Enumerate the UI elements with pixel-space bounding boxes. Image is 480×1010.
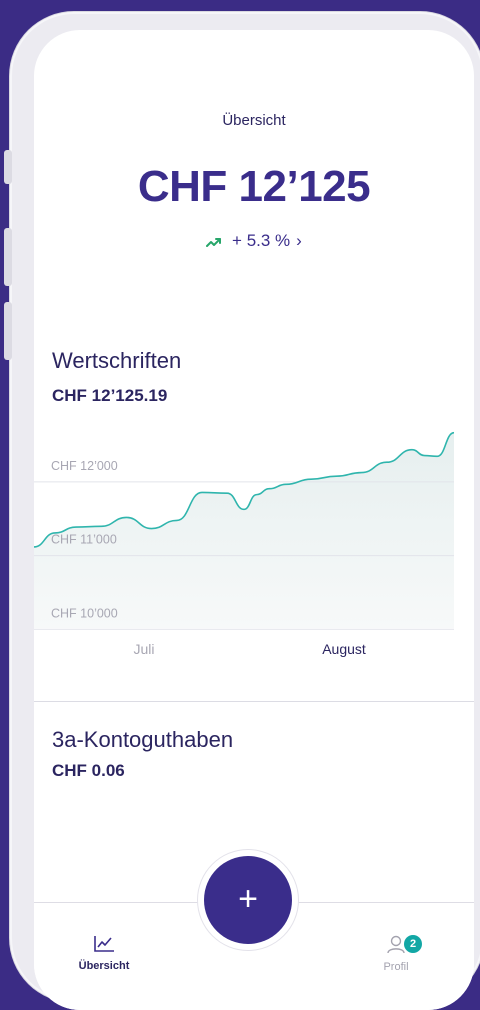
app-screen: Übersicht CHF 12’125 + 5.3 % › Wertschrif…	[34, 30, 474, 1010]
trend-up-icon	[206, 233, 226, 249]
tab-overview[interactable]: Übersicht	[54, 935, 154, 972]
page-title: Übersicht	[34, 112, 474, 129]
securities-title[interactable]: Wertschriften	[52, 348, 181, 374]
securities-chart[interactable]: CHF 12’000 CHF 11’000 CHF 10’000 Juli August	[34, 418, 474, 658]
performance-change: + 5.3 %	[232, 231, 290, 250]
side-button-volume-down	[4, 302, 12, 360]
y-tick-label: CHF 10’000	[51, 606, 118, 620]
performance-change-link[interactable]: + 5.3 % ›	[34, 231, 474, 251]
chart-icon	[93, 940, 115, 957]
x-tick-label[interactable]: Juli	[133, 641, 154, 657]
y-tick-label: CHF 11’000	[51, 533, 117, 547]
tab-profile-label: Profil	[346, 961, 446, 973]
chevron-right-icon: ›	[296, 231, 302, 250]
tab-profile[interactable]: Profil	[346, 935, 446, 973]
portfolio-total: CHF 12’125	[34, 162, 474, 212]
user-icon	[386, 941, 406, 958]
side-button-volume-up	[4, 228, 12, 286]
section-divider	[34, 701, 474, 702]
pillar3a-amount: CHF 0.06	[52, 761, 125, 781]
x-tick-label[interactable]: August	[322, 641, 366, 657]
pillar3a-title[interactable]: 3a-Kontoguthaben	[52, 727, 233, 753]
y-tick-label: CHF 12’000	[51, 459, 118, 473]
securities-amount: CHF 12’125.19	[52, 386, 167, 406]
tab-overview-label: Übersicht	[54, 960, 154, 972]
notification-badge: 2	[404, 935, 422, 953]
add-button[interactable]: +	[204, 856, 292, 944]
side-button-mute	[4, 150, 12, 184]
